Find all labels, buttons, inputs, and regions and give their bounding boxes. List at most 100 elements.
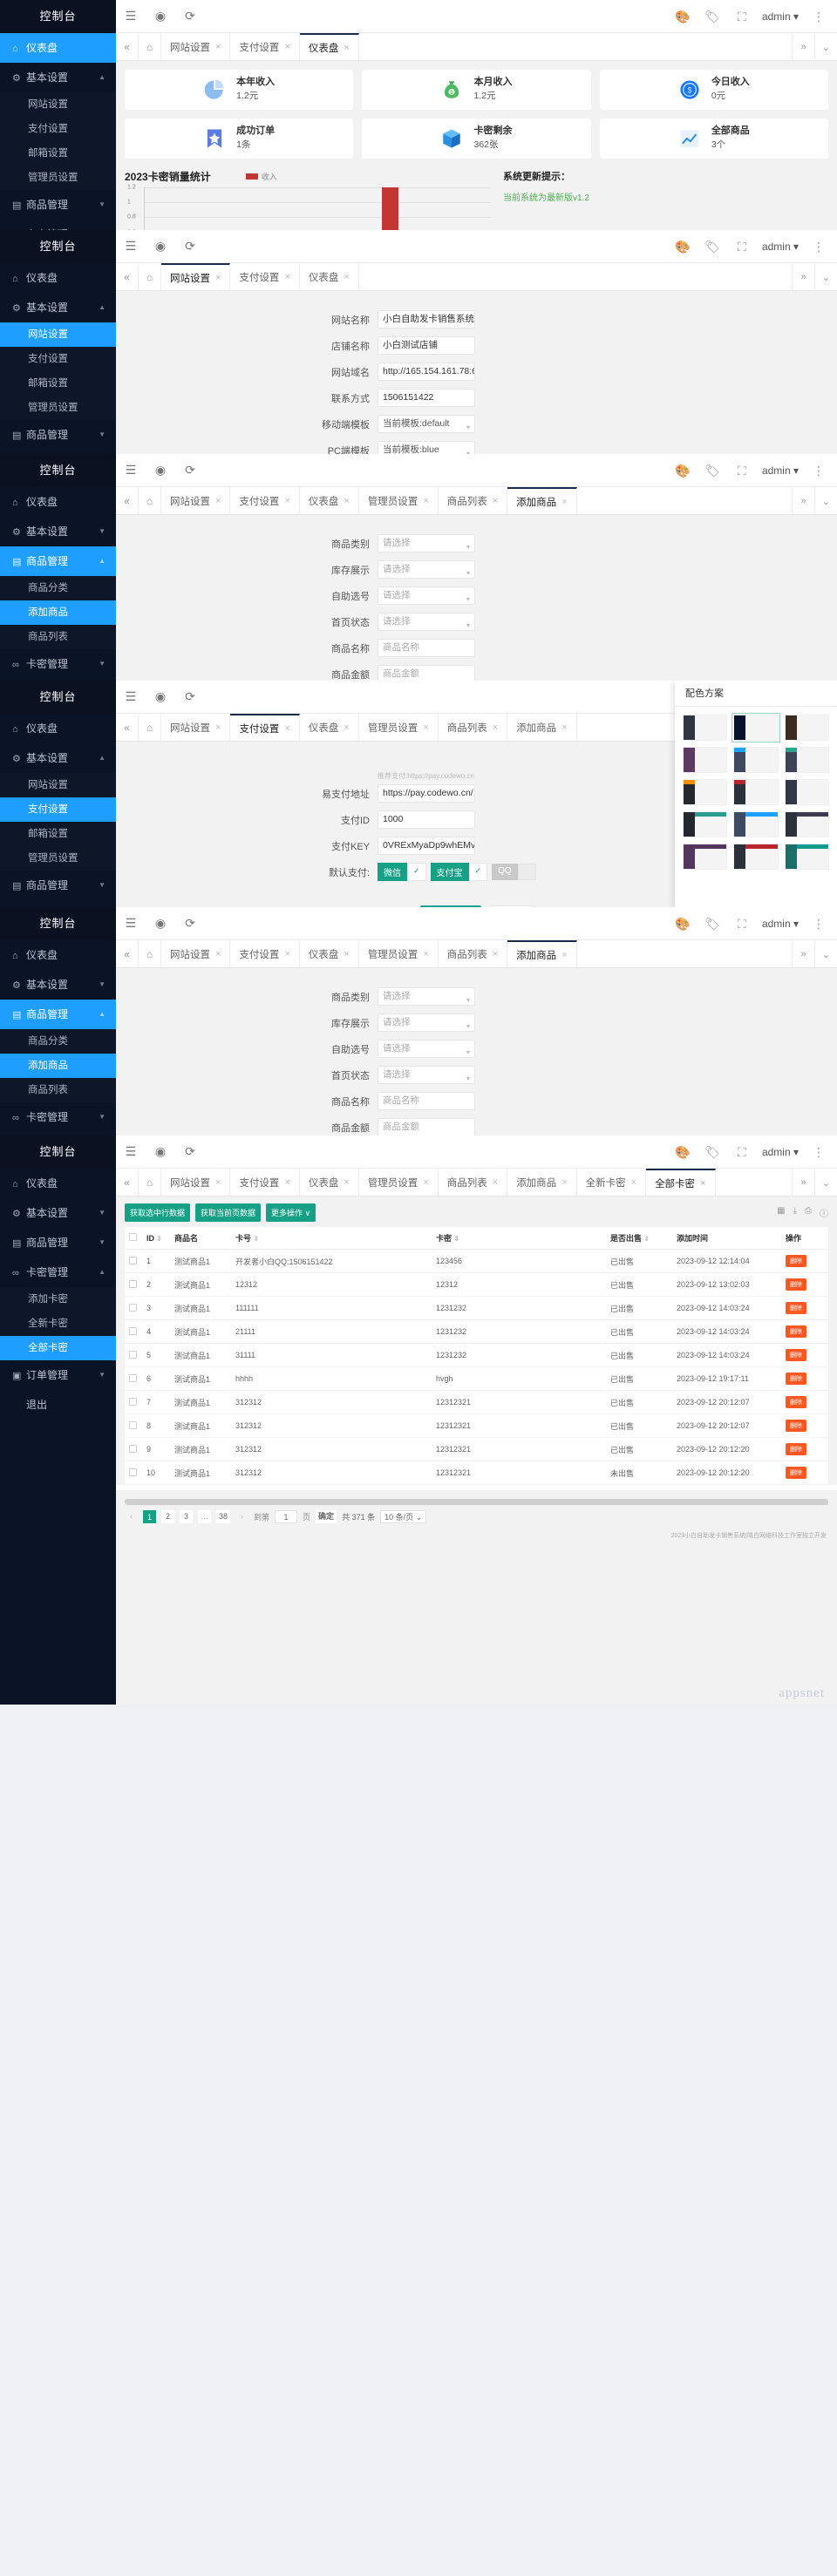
- home-status-select[interactable]: 请选择▾: [378, 613, 475, 631]
- table-row[interactable]: 1测试商品1开发者小白QQ:1506151422123456已出售2023-09…: [125, 1250, 828, 1273]
- tab-site-settings[interactable]: 网站设置×: [161, 940, 230, 967]
- goto-page-input[interactable]: 1: [275, 1510, 297, 1523]
- home-icon[interactable]: ⌂: [139, 263, 161, 290]
- tab-pay-settings[interactable]: 支付设置×: [230, 487, 299, 514]
- goods-name-input[interactable]: 商品名称: [378, 1092, 475, 1110]
- more-actions-button[interactable]: 更多操作 ∨: [266, 1203, 316, 1222]
- sidebar-item-dashboard[interactable]: ⌂仪表盘: [0, 487, 116, 517]
- page-38[interactable]: 38: [216, 1510, 230, 1523]
- sidebar-item-goods[interactable]: ▤商品管理▲: [0, 546, 116, 576]
- home-icon[interactable]: ⌂: [139, 33, 161, 60]
- tag-icon[interactable]: 🏷: [698, 464, 727, 478]
- goods-category-select[interactable]: 请选择▾: [378, 987, 475, 1006]
- fullscreen-icon[interactable]: ⛶: [727, 10, 757, 24]
- checkbox[interactable]: [129, 1421, 137, 1429]
- checkbox[interactable]: [129, 1374, 137, 1382]
- sidebar-item-dashboard[interactable]: ⌂仪表盘: [0, 1169, 116, 1198]
- pay-key-input[interactable]: 0VRExMyaDp9whEMvBS1l: [378, 837, 475, 855]
- refresh-icon[interactable]: ⟳: [175, 9, 205, 24]
- menu-fold-icon[interactable]: ☰: [116, 689, 146, 704]
- fullscreen-icon[interactable]: ⛶: [727, 1145, 757, 1160]
- sidebar-item-cards[interactable]: ∞卡密管理▼: [0, 220, 116, 230]
- tab-pay-settings[interactable]: 支付设置×: [230, 714, 299, 741]
- table-row[interactable]: 3测试商品11111111231232已出售2023-09-12 14:03:2…: [125, 1297, 828, 1320]
- user-menu[interactable]: admin ▾: [757, 1146, 804, 1158]
- fullscreen-icon[interactable]: ⛶: [727, 917, 757, 932]
- row-checkbox-cell[interactable]: [125, 1367, 142, 1391]
- close-icon[interactable]: ×: [284, 272, 289, 282]
- sidebar-item-goods[interactable]: ▤商品管理▼: [0, 871, 116, 900]
- th-secret[interactable]: 卡密 ⇕: [432, 1227, 606, 1250]
- tabs-menu-icon[interactable]: ⌄: [814, 487, 837, 515]
- theme-icon[interactable]: ◉: [146, 916, 175, 931]
- checkbox[interactable]: [129, 1304, 137, 1312]
- sidebar-sub-all-cards[interactable]: 全部卡密: [0, 1336, 116, 1360]
- tabs-menu-icon[interactable]: ⌄: [814, 33, 837, 61]
- delete-button[interactable]: 删除: [786, 1302, 806, 1314]
- more-vertical-icon[interactable]: ⋮: [804, 10, 834, 24]
- user-menu[interactable]: admin ▾: [757, 10, 804, 23]
- goods-price-input[interactable]: 商品金额: [378, 1118, 475, 1135]
- close-icon[interactable]: ×: [215, 722, 221, 733]
- row-checkbox-cell[interactable]: [125, 1414, 142, 1438]
- sidebar-sub-mail-settings[interactable]: 邮箱设置: [0, 141, 116, 166]
- sidebar-item-basic-settings[interactable]: ⚙基本设置▼: [0, 517, 116, 546]
- checkbox[interactable]: [129, 1233, 137, 1241]
- tab-goods-list[interactable]: 商品列表×: [439, 714, 507, 741]
- theme-swatch-13[interactable]: [733, 844, 778, 870]
- tab-admin-settings[interactable]: 管理员设置×: [359, 714, 439, 741]
- tab-admin-settings[interactable]: 管理员设置×: [359, 487, 439, 514]
- sidebar-item-basic-settings[interactable]: ⚙基本设置▲: [0, 743, 116, 773]
- delete-button[interactable]: 删除: [786, 1255, 806, 1267]
- pay-id-input[interactable]: 1000: [378, 810, 475, 829]
- close-icon[interactable]: ×: [344, 272, 349, 282]
- tab-add-goods[interactable]: 添加商品×: [507, 487, 576, 514]
- get-page-rows-button[interactable]: 获取当前页数据: [195, 1203, 261, 1222]
- theme-icon[interactable]: ◉: [146, 463, 175, 478]
- sidebar-sub-mail-settings[interactable]: 邮箱设置: [0, 822, 116, 846]
- sidebar-item-dashboard[interactable]: ⌂仪表盘: [0, 940, 116, 970]
- print-icon[interactable]: ⎙: [805, 1206, 812, 1219]
- theme-icon[interactable]: ◉: [146, 689, 175, 704]
- sidebar-sub-admin-settings[interactable]: 管理员设置: [0, 396, 116, 420]
- theme-swatch-14[interactable]: [785, 844, 829, 870]
- sidebar-item-cards[interactable]: ∞卡密管理▼: [0, 1102, 116, 1132]
- sidebar-sub-site-settings[interactable]: 网站设置: [0, 322, 116, 347]
- theme-swatch-4[interactable]: [733, 747, 778, 773]
- close-icon[interactable]: ×: [700, 1178, 705, 1189]
- delete-button[interactable]: 删除: [786, 1420, 806, 1432]
- columns-icon[interactable]: ▦: [777, 1206, 785, 1219]
- checkbox[interactable]: [129, 1257, 137, 1264]
- page-next[interactable]: ›: [235, 1510, 248, 1523]
- menu-fold-icon[interactable]: ☰: [116, 1144, 146, 1159]
- sidebar-sub-add-goods[interactable]: 添加商品: [0, 600, 116, 625]
- pc-template-select[interactable]: 当前模板:blue▾: [378, 441, 475, 454]
- tag-icon[interactable]: 🏷: [698, 10, 727, 24]
- tab-dashboard[interactable]: 仪表盘×: [300, 1169, 359, 1196]
- theme-icon[interactable]: ◉: [146, 239, 175, 254]
- tab-dashboard[interactable]: 仪表盘×: [300, 714, 359, 741]
- close-icon[interactable]: ×: [215, 496, 221, 506]
- sidebar-sub-goods-list[interactable]: 商品列表: [0, 625, 116, 649]
- sidebar-item-cards[interactable]: ∞卡密管理▼: [0, 900, 116, 907]
- tabs-next-button[interactable]: »: [792, 487, 814, 515]
- sidebar-sub-admin-settings[interactable]: 管理员设置: [0, 846, 116, 871]
- checkbox[interactable]: [129, 1445, 137, 1453]
- close-icon[interactable]: ×: [284, 496, 289, 506]
- delete-button[interactable]: 删除: [786, 1396, 806, 1408]
- theme-icon[interactable]: ◉: [146, 9, 175, 24]
- close-icon[interactable]: ×: [215, 1177, 221, 1188]
- page-2[interactable]: 2: [161, 1510, 174, 1523]
- delete-button[interactable]: 删除: [786, 1443, 806, 1455]
- close-icon[interactable]: ×: [215, 42, 221, 52]
- page-size-select[interactable]: 10 条/页 ⌄: [380, 1510, 426, 1523]
- menu-fold-icon[interactable]: ☰: [116, 239, 146, 254]
- theme-swatch-6[interactable]: [683, 779, 727, 805]
- checkbox[interactable]: [129, 1327, 137, 1335]
- home-icon[interactable]: ⌂: [139, 940, 161, 967]
- close-icon[interactable]: ×: [284, 1177, 289, 1188]
- horizontal-scrollbar[interactable]: [125, 1499, 828, 1505]
- fullscreen-icon[interactable]: ⛶: [727, 240, 757, 254]
- close-icon[interactable]: ×: [215, 273, 221, 283]
- tabs-next-button[interactable]: »: [792, 940, 814, 968]
